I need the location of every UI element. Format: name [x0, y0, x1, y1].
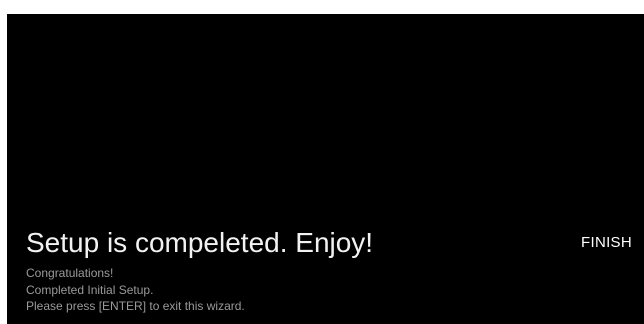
message-line-congratulations: Congratulations!	[26, 266, 114, 280]
message-line-instruction: Please press [ENTER] to exit this wizard…	[26, 299, 245, 313]
finish-button[interactable]: FINISH	[581, 233, 632, 253]
page-title: Setup is compeleted. Enjoy!	[26, 227, 374, 258]
setup-wizard-screen: Setup is compeleted. Enjoy! FINISH Congr…	[7, 14, 644, 324]
message-list: Congratulations! Completed Initial Setup…	[26, 265, 245, 315]
message-line-completed: Completed Initial Setup.	[26, 282, 154, 297]
